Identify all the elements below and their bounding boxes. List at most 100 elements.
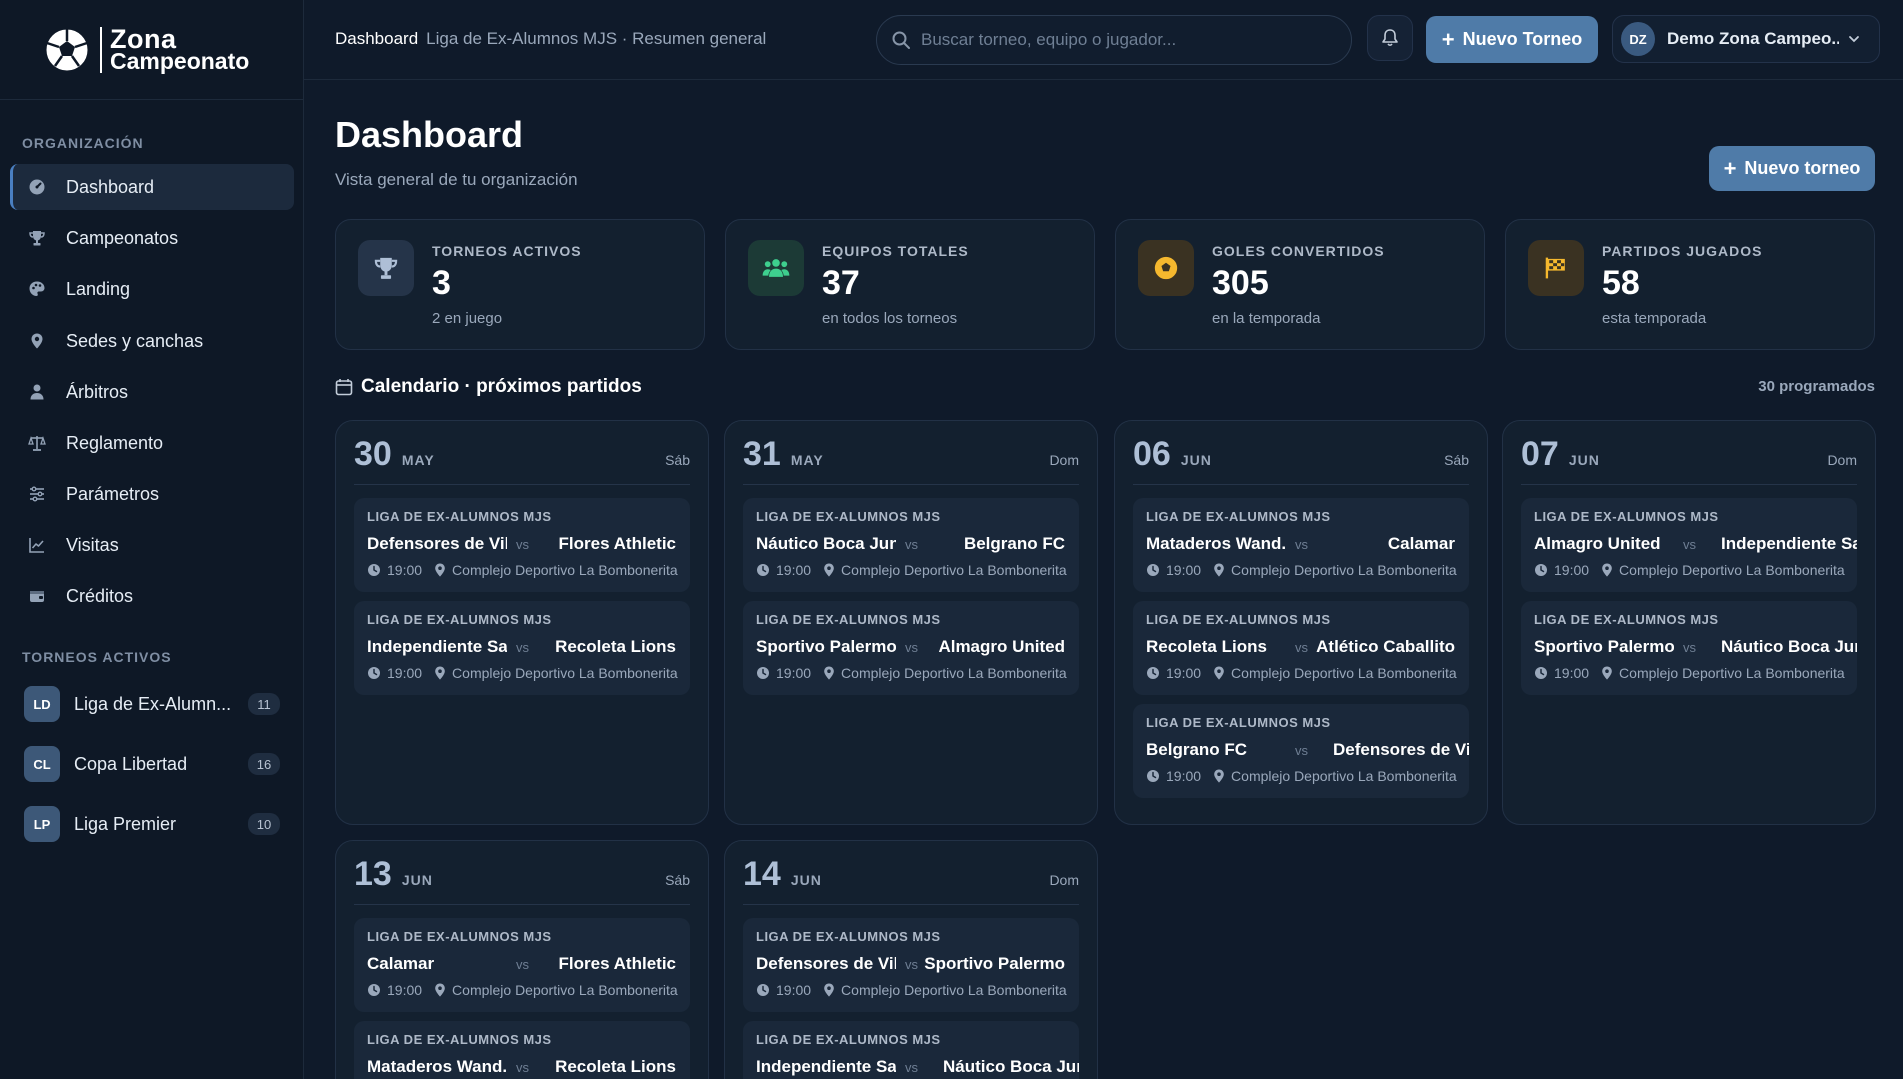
- stat-subtext: esta temporada: [1602, 310, 1707, 327]
- match-meta: 19:00 Complejo Deportivo La Bombonerita: [367, 562, 678, 578]
- match-venue-name: Complejo Deportivo La Bombonerita: [452, 562, 678, 578]
- match-venue: Complejo Deportivo La Bombonerita: [1213, 768, 1457, 784]
- clock-icon: [1146, 769, 1160, 783]
- clock-icon: [1146, 666, 1160, 680]
- sidebar-item-reglamento[interactable]: Reglamento: [10, 420, 294, 466]
- logo-line-2: Campeonato: [110, 47, 250, 74]
- match-vs: vs: [516, 537, 529, 552]
- sidebar-tournament-item[interactable]: LP Liga Premier 10: [24, 804, 280, 844]
- map-pin-icon: [1213, 666, 1225, 680]
- sidebar-tournament-item[interactable]: LD Liga de Ex-Alumn... 11: [24, 684, 280, 724]
- match-league: LIGA DE EX-ALUMNOS MJS: [756, 1032, 941, 1047]
- avatar: DZ: [1621, 22, 1655, 56]
- map-pin-icon: [823, 666, 835, 680]
- stat-label: EQUIPOS TOTALES: [822, 243, 969, 259]
- match-venue: Complejo Deportivo La Bombonerita: [1213, 562, 1457, 578]
- sidebar-item-dashboard[interactable]: Dashboard: [10, 164, 294, 210]
- match-venue-name: Complejo Deportivo La Bombonerita: [1231, 768, 1457, 784]
- match-card[interactable]: LIGA DE EX-ALUMNOS MJS Independiente Sa..…: [743, 1021, 1079, 1079]
- sidebar-item-visitas[interactable]: Visitas: [10, 522, 294, 568]
- search-input[interactable]: [921, 30, 1321, 50]
- match-card[interactable]: LIGA DE EX-ALUMNOS MJS Calamar vs Flores At…: [354, 918, 690, 1012]
- match-vs: vs: [905, 640, 918, 655]
- sidebar-item-landing[interactable]: Landing: [10, 266, 294, 312]
- clock-icon: [1534, 666, 1548, 680]
- match-card[interactable]: LIGA DE EX-ALUMNOS MJS Defensores de Vil.…: [354, 498, 690, 592]
- match-meta: 19:00 Complejo Deportivo La Bombonerita: [1146, 562, 1457, 578]
- match-vs: vs: [1295, 640, 1308, 655]
- match-meta: 19:00 Complejo Deportivo La Bombonerita: [756, 982, 1067, 998]
- new-tournament-button[interactable]: + Nuevo Torneo: [1426, 16, 1598, 63]
- stat-subtext: en todos los torneos: [822, 310, 958, 327]
- day-header: 30 MAY Sáb: [354, 435, 690, 485]
- tournament-count-badge: 16: [248, 753, 280, 775]
- map-pin-icon: [1213, 563, 1225, 577]
- gauge-icon: [26, 176, 48, 198]
- match-card[interactable]: LIGA DE EX-ALUMNOS MJS Independiente Sa..…: [354, 601, 690, 695]
- calendar-day-card: 14 JUN Dom LIGA DE EX-ALUMNOS MJS Defensores…: [724, 840, 1098, 1079]
- calendar-day-card: 30 MAY Sáb LIGA DE EX-ALUMNOS MJS Defensores…: [335, 420, 709, 825]
- match-card[interactable]: LIGA DE EX-ALUMNOS MJS Mataderos Wand... v…: [354, 1021, 690, 1079]
- match-home-team: Recoleta Lions: [1146, 637, 1267, 656]
- match-league: LIGA DE EX-ALUMNOS MJS: [756, 929, 941, 944]
- match-home-team: Náutico Boca Jun...: [756, 534, 896, 553]
- user-menu[interactable]: DZ Demo Zona Campeo...: [1612, 15, 1880, 63]
- match-card[interactable]: LIGA DE EX-ALUMNOS MJS Belgrano FC vs Defen…: [1133, 704, 1469, 798]
- match-card[interactable]: LIGA DE EX-ALUMNOS MJS Almagro United vs In…: [1521, 498, 1857, 592]
- day-month: MAY: [790, 452, 824, 468]
- match-time: 19:00: [776, 982, 812, 998]
- calendar-day-card: 06 JUN Sáb LIGA DE EX-ALUMNOS MJS Mataderos …: [1114, 420, 1488, 825]
- match-venue-name: Complejo Deportivo La Bombonerita: [1231, 665, 1457, 681]
- day-weekday: Dom: [1827, 452, 1857, 468]
- sidebar-tournament-item[interactable]: CL Copa Libertad 16: [24, 744, 280, 784]
- match-card[interactable]: LIGA DE EX-ALUMNOS MJS Mataderos Wand... v…: [1133, 498, 1469, 592]
- logo-line-1: Zona: [110, 23, 177, 54]
- palette-icon: [26, 278, 48, 300]
- stat-value: 37: [822, 264, 860, 302]
- match-card[interactable]: LIGA DE EX-ALUMNOS MJS Náutico Boca Jun..…: [743, 498, 1079, 592]
- sidebar-item-campeonatos[interactable]: Campeonatos: [10, 215, 294, 261]
- sidebar-item-parámetros[interactable]: Parámetros: [10, 471, 294, 517]
- day-number: 14: [743, 855, 781, 893]
- match-venue-name: Complejo Deportivo La Bombonerita: [841, 982, 1067, 998]
- search-bar[interactable]: [876, 15, 1352, 65]
- match-away-team: Flores Athletic: [558, 534, 676, 553]
- logo[interactable]: Zona Campeonato: [0, 0, 303, 100]
- match-card[interactable]: LIGA DE EX-ALUMNOS MJS Recoleta Lions vs At…: [1133, 601, 1469, 695]
- stat-card-equipos-totales: EQUIPOS TOTALES 37 en todos los torneos: [725, 219, 1095, 350]
- stat-value: 58: [1602, 264, 1640, 302]
- day-number: 13: [354, 855, 392, 893]
- soccer-ball-icon: [1138, 240, 1194, 296]
- match-meta: 19:00 Complejo Deportivo La Bombonerita: [1534, 562, 1845, 578]
- calendar-icon: [335, 379, 353, 396]
- logo-divider: [100, 26, 102, 73]
- clock-icon: [367, 666, 381, 680]
- match-card[interactable]: LIGA DE EX-ALUMNOS MJS Sportivo Palermo vs…: [1521, 601, 1857, 695]
- match-away-team: Belgrano FC: [963, 534, 1065, 553]
- sidebar-item-créditos[interactable]: Créditos: [10, 573, 294, 619]
- map-pin-icon: [434, 563, 446, 577]
- day-header: 13 JUN Sáb: [354, 855, 690, 905]
- notifications-button[interactable]: [1367, 15, 1413, 61]
- match-away-team: Náutico Boca Juniors: [1721, 637, 1857, 656]
- match-home-team: Defensores de Vil...: [367, 534, 507, 553]
- new-tournament-main-button[interactable]: + Nuevo torneo: [1709, 146, 1875, 191]
- new-tournament-label: Nuevo Torneo: [1462, 29, 1583, 49]
- tournaments-section-title: TORNEOS ACTIVOS: [22, 649, 172, 665]
- match-venue-name: Complejo Deportivo La Bombonerita: [1619, 562, 1845, 578]
- match-league: LIGA DE EX-ALUMNOS MJS: [1146, 509, 1331, 524]
- match-card[interactable]: LIGA DE EX-ALUMNOS MJS Defensores de Vil.…: [743, 918, 1079, 1012]
- clock-icon: [1534, 563, 1548, 577]
- day-weekday: Sáb: [665, 872, 690, 888]
- match-venue-name: Complejo Deportivo La Bombonerita: [841, 562, 1067, 578]
- sidebar-item-árbitros[interactable]: Árbitros: [10, 369, 294, 415]
- sidebar-item-sedes-y-canchas[interactable]: Sedes y canchas: [10, 318, 294, 364]
- match-card[interactable]: LIGA DE EX-ALUMNOS MJS Sportivo Palermo vs…: [743, 601, 1079, 695]
- match-venue-name: Complejo Deportivo La Bombonerita: [452, 982, 678, 998]
- breadcrumb-current[interactable]: Dashboard: [335, 29, 418, 48]
- day-header: 07 JUN Dom: [1521, 435, 1857, 485]
- sidebar-item-label: Créditos: [66, 585, 134, 606]
- match-away-team: Náutico Boca Juniors: [943, 1057, 1079, 1076]
- day-weekday: Dom: [1049, 872, 1079, 888]
- map-pin-icon: [434, 983, 446, 997]
